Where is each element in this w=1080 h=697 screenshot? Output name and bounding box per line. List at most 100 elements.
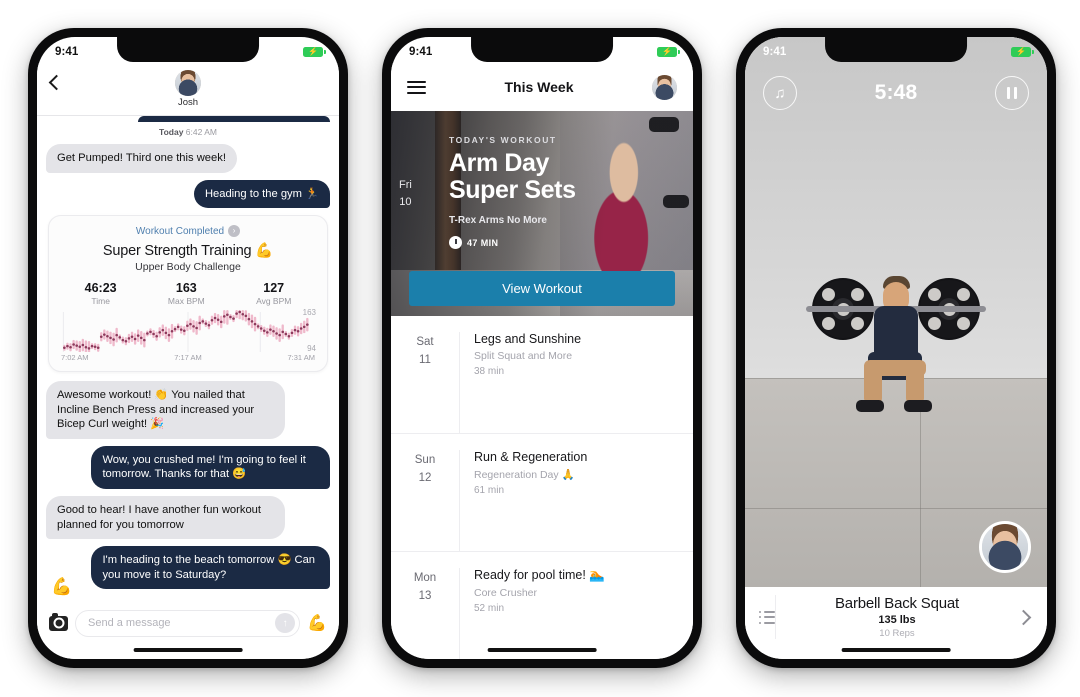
- hero-date-num: 10: [399, 195, 412, 208]
- message-bubble-outgoing[interactable]: I'm heading to the beach tomorrow 😎 Can …: [91, 546, 330, 590]
- message-bubble-incoming[interactable]: Awesome workout! 👏 You nailed that Incli…: [46, 381, 285, 439]
- exercise-weight: 135 lbs: [878, 614, 916, 626]
- status-time: 9:41: [409, 46, 433, 58]
- clipped-bubble-above: [138, 116, 330, 122]
- stat-label: Avg BPM: [256, 296, 292, 307]
- exercise-name: Barbell Back Squat: [835, 595, 959, 612]
- message-row: Awesome workout! 👏 You nailed that Incli…: [46, 381, 330, 439]
- avatar-face: [652, 74, 677, 100]
- status-bar-player: 9:41 ⚡: [745, 37, 1047, 63]
- music-note-icon[interactable]: ♫: [763, 76, 797, 110]
- contact-avatar[interactable]: [175, 70, 201, 96]
- list-item[interactable]: Mon 13 Ready for pool time! 🏊 Core Crush…: [391, 552, 693, 659]
- chat-screen: 9:41 ⚡ Josh Today 6:42 AM Get Pumped! Th…: [37, 37, 339, 659]
- message-bubble-outgoing[interactable]: Heading to the gym 🏃: [193, 179, 330, 209]
- chevron-right-circle-icon[interactable]: ›: [228, 225, 241, 238]
- avatar-face: [982, 524, 1028, 570]
- exercise-list-icon[interactable]: [759, 607, 775, 627]
- chat-contact[interactable]: Josh: [175, 70, 201, 108]
- list-item[interactable]: Sun 12 Run & Regeneration Regeneration D…: [391, 434, 693, 552]
- list-item-num: 11: [419, 353, 431, 366]
- stat-value: 163: [175, 281, 197, 296]
- workout-video[interactable]: [745, 37, 1047, 587]
- message-bubble-incoming[interactable]: Good to hear! I have another fun workout…: [46, 495, 285, 540]
- list-item[interactable]: Sat 11 Legs and Sunshine Split Squat and…: [391, 316, 693, 434]
- list-item-duration: 61 min: [474, 485, 505, 496]
- message-row: Get Pumped! Third one this week!: [46, 144, 330, 173]
- week-schedule-list[interactable]: Sat 11 Legs and Sunshine Split Squat and…: [391, 316, 693, 659]
- coach-avatar[interactable]: [979, 521, 1031, 573]
- phone-player: 9:41 ⚡ ♫ 5:48 Barbell Back Squat 135 lbs…: [736, 28, 1056, 668]
- list-item-date: Sun 12: [391, 450, 459, 551]
- timestamp-time: 6:42 AM: [185, 127, 217, 137]
- hero-title-line1: Arm Day: [449, 149, 550, 177]
- list-item-body: Legs and Sunshine Split Squat and More 3…: [459, 332, 693, 433]
- workout-card-status: Workout Completed ›: [59, 225, 317, 238]
- list-item-day: Mon: [413, 572, 437, 584]
- battery-charging-icon: ⚡: [1011, 47, 1034, 57]
- workout-card-title: Super Strength Training 💪: [102, 243, 274, 260]
- week-screen: 9:41 ⚡ This Week Fri 10 TODAY'S WORKOUT …: [391, 37, 693, 659]
- x-tick: 7:31 AM: [287, 353, 315, 363]
- status-bar-chat: 9:41 ⚡: [37, 37, 339, 63]
- home-indicator: [487, 648, 597, 652]
- hamburger-menu-icon[interactable]: [407, 77, 426, 97]
- stat-time: 46:23 Time: [85, 281, 117, 306]
- stat-label: Time: [91, 296, 110, 307]
- battery-charging-icon: ⚡: [657, 47, 680, 57]
- player-controls: ♫ 5:48: [745, 67, 1047, 119]
- current-exercise[interactable]: Barbell Back Squat 135 lbs 10 Reps: [775, 595, 1018, 639]
- message-input-wrap[interactable]: Send a message ↑: [75, 609, 301, 637]
- x-tick: 7:17 AM: [174, 353, 202, 363]
- list-item-num: 12: [418, 471, 432, 484]
- profile-avatar[interactable]: [652, 74, 677, 100]
- reaction-emoji: 💪: [51, 577, 73, 596]
- week-header: This Week: [391, 63, 693, 111]
- heart-rate-chart: 163 94 7:02 AM 7:17 AM 7:31 AM: [59, 308, 317, 365]
- list-item-subtitle: Regeneration Day 🙏: [474, 469, 575, 481]
- status-time: 9:41: [55, 46, 79, 58]
- pause-icon[interactable]: [995, 76, 1029, 110]
- message-row: Wow, you crushed me! I'm going to feel i…: [46, 445, 330, 489]
- flex-emoji-button[interactable]: 💪: [307, 613, 327, 633]
- stat-label: Max BPM: [167, 296, 205, 307]
- message-bubble-outgoing[interactable]: Wow, you crushed me! I'm going to feel i…: [91, 445, 330, 489]
- todays-workout-hero[interactable]: Fri 10 TODAY'S WORKOUT Arm Day Super Set…: [391, 111, 693, 316]
- x-tick: 7:02 AM: [61, 353, 89, 363]
- list-item-num: 13: [418, 589, 432, 602]
- athlete-figure: [806, 234, 986, 434]
- send-arrow-up-icon[interactable]: ↑: [275, 613, 296, 633]
- chevron-right-icon[interactable]: [1015, 609, 1032, 625]
- list-item-day: Sun: [414, 454, 436, 466]
- home-indicator: [841, 648, 951, 652]
- workout-completed-card[interactable]: Workout Completed › Super Strength Train…: [48, 215, 328, 373]
- list-item-title: Run & Regeneration: [474, 450, 588, 464]
- home-indicator: [133, 648, 243, 652]
- list-item-date: Sat 11: [391, 332, 459, 433]
- stat-avg-bpm: 127 Avg BPM: [256, 281, 291, 306]
- workout-stats: 46:23 Time 163 Max BPM 127 Avg BPM: [59, 281, 317, 306]
- athlete-thigh: [864, 360, 926, 376]
- list-item-body: Ready for pool time! 🏊 Core Crusher 52 m…: [459, 568, 693, 659]
- list-item-subtitle: Core Crusher: [474, 587, 538, 599]
- hero-content: TODAY'S WORKOUT Arm Day Super Sets T-Rex…: [449, 135, 683, 249]
- hero-duration-label: 47 MIN: [467, 237, 499, 248]
- list-item-duration: 38 min: [474, 366, 505, 377]
- exercise-reps: 10 Reps: [879, 628, 915, 639]
- chat-message-list[interactable]: Today 6:42 AM Get Pumped! Third one this…: [37, 116, 339, 601]
- chart-min-label: 94: [307, 344, 316, 354]
- hero-date-day: Fri: [399, 179, 412, 191]
- stopwatch-icon: [449, 236, 462, 249]
- message-bubble-incoming[interactable]: Get Pumped! Third one this week!: [46, 144, 237, 173]
- floor-seam: [745, 507, 1047, 509]
- contact-name: Josh: [177, 97, 199, 108]
- list-item-title: Ready for pool time! 🏊: [474, 568, 605, 582]
- phone-week: 9:41 ⚡ This Week Fri 10 TODAY'S WORKOUT …: [382, 28, 702, 668]
- camera-icon[interactable]: [49, 612, 68, 631]
- back-chevron-icon[interactable]: [48, 74, 65, 91]
- stat-value: 46:23: [84, 281, 117, 296]
- status-bar-week: 9:41 ⚡: [391, 37, 693, 63]
- list-item-day: Sat: [416, 336, 434, 348]
- screenshot-stage: 9:41 ⚡ Josh Today 6:42 AM Get Pumped! Th…: [0, 0, 1080, 697]
- view-workout-button[interactable]: View Workout: [409, 271, 675, 306]
